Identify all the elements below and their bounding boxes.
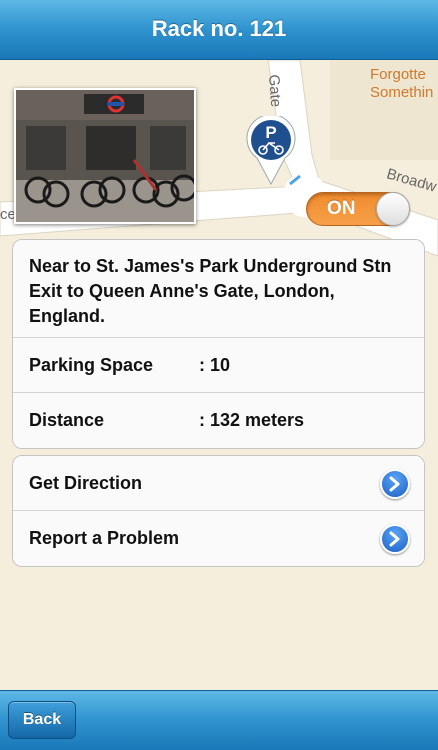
address-cell: Near to St. James's Park Underground Stn…: [13, 240, 424, 338]
page-title: Rack no. 121: [151, 16, 287, 41]
navigation-bar: Rack no. 121: [0, 0, 438, 60]
back-button[interactable]: Back: [8, 701, 76, 739]
chevron-right-circle-icon[interactable]: [380, 524, 410, 554]
toggle-label: ON: [327, 198, 356, 219]
distance-cell: Distance : 132 meters: [13, 393, 424, 448]
parking-space-cell: Parking Space : 10: [13, 338, 424, 393]
report-problem-button[interactable]: Report a Problem: [13, 511, 424, 566]
poi-label: Forgotte Somethin: [370, 66, 433, 102]
underground-station-bike-rack-photo: [16, 90, 194, 222]
bicycle-parking-pin-icon[interactable]: P: [245, 116, 297, 186]
bottom-toolbar: Back: [0, 690, 438, 750]
rack-photo: [14, 88, 196, 224]
report-problem-label: Report a Problem: [29, 528, 180, 548]
poi-label-line1: Forgotte: [370, 66, 426, 83]
map-toggle-switch[interactable]: ON: [306, 192, 410, 226]
distance-label: Distance: [29, 410, 105, 430]
actions-group: Get Direction Report a Problem: [12, 455, 425, 567]
parking-space-value: : 10: [199, 355, 231, 375]
get-direction-button[interactable]: Get Direction: [13, 456, 424, 511]
rack-info-group: Near to St. James's Park Underground Stn…: [12, 239, 425, 449]
distance-value: : 132 meters: [199, 410, 305, 430]
get-direction-label: Get Direction: [29, 473, 143, 493]
parking-space-label: Parking Space: [29, 355, 154, 375]
toggle-knob: [376, 192, 410, 226]
chevron-right-circle-icon[interactable]: [380, 469, 410, 499]
pin-letter: P: [265, 123, 276, 142]
poi-label-line2: Somethin: [370, 84, 434, 101]
address-text: Near to St. James's Park Underground Stn…: [29, 256, 392, 326]
street-label-gate: Gate: [265, 74, 285, 108]
